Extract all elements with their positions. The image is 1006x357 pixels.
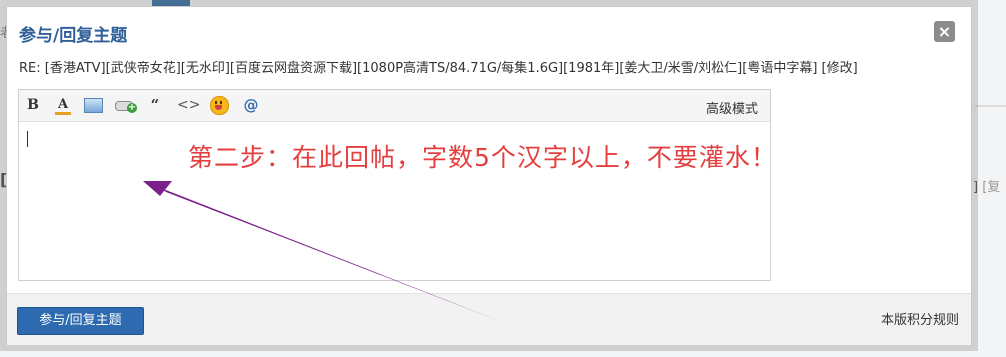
font-color-icon[interactable]: A: [55, 96, 71, 115]
thread-subject: RE: [香港ATV][武侠帝女花][无水印][百度云网盘资源下载][1080P…: [19, 57, 964, 76]
edit-subject-link[interactable]: [修改]: [822, 61, 858, 76]
subject-text: [香港ATV][武侠帝女花][无水印][百度云网盘资源下载][1080P高清TS…: [44, 61, 818, 76]
background-divider: [975, 105, 1006, 107]
rules-link[interactable]: 本版积分规则: [881, 309, 959, 328]
dialog-title: 参与/回复主题: [19, 26, 128, 46]
dialog-footer: 参与/回复主题 本版积分规则: [7, 293, 971, 345]
reply-editor: B A + “ <> @ 高级模式: [18, 89, 771, 281]
quote-icon[interactable]: “: [148, 96, 162, 114]
editor-toolbar: B A + “ <> @ 高级模式: [19, 90, 770, 122]
image-icon[interactable]: [84, 96, 103, 114]
attachment-icon[interactable]: +: [115, 96, 137, 114]
bold-icon[interactable]: B: [26, 96, 40, 114]
subject-prefix: RE:: [19, 61, 45, 76]
submit-reply-button[interactable]: 参与/回复主题: [17, 307, 144, 335]
background-reply-fragment: ] [复: [973, 180, 1001, 195]
advanced-mode-link[interactable]: 高级模式: [706, 98, 758, 117]
text-caret: [27, 131, 28, 147]
at-icon[interactable]: @: [242, 96, 260, 114]
code-icon[interactable]: <>: [177, 96, 200, 114]
reply-dialog: 参与/回复主题 × RE: [香港ATV][武侠帝女花][无水印][百度云网盘资…: [6, 6, 972, 345]
close-icon[interactable]: ×: [934, 21, 955, 42]
instruction-annotation: 第二步：在此回帖，字数5个汉字以上，不要灌水！: [188, 143, 777, 172]
smiley-icon[interactable]: [210, 96, 229, 115]
